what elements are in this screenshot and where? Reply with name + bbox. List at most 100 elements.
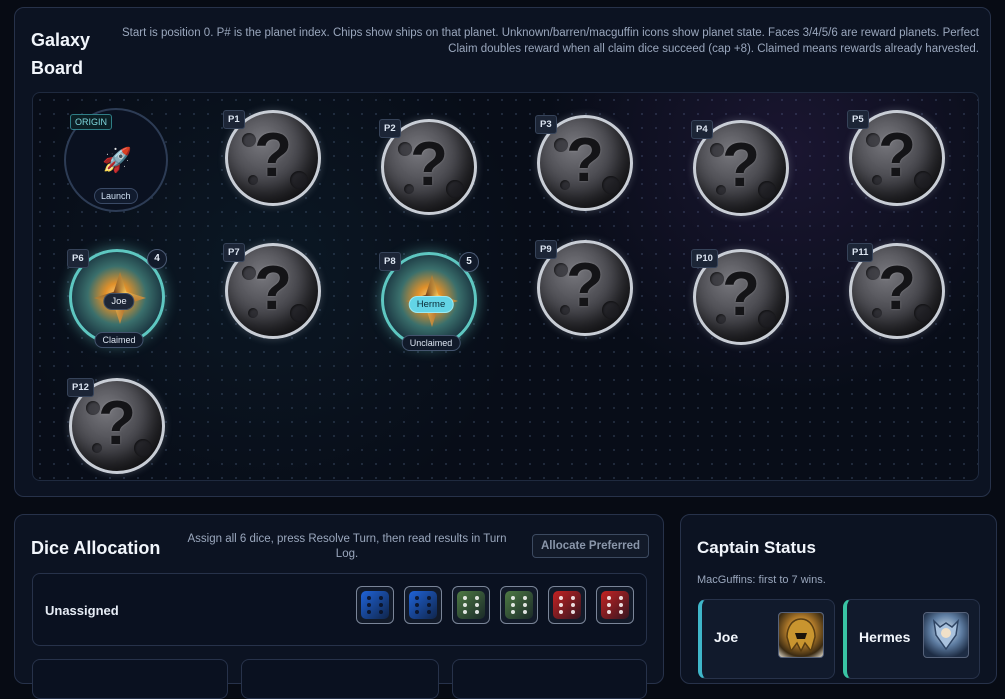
planet-cell-p2[interactable]: ? P2 <box>379 117 483 221</box>
die-pip <box>415 610 419 614</box>
captain-name: Joe <box>714 629 739 645</box>
question-mark-icon: ? <box>566 251 604 320</box>
die-pip <box>463 596 467 600</box>
question-mark-icon: ? <box>722 260 760 329</box>
die-pip <box>427 603 431 607</box>
die-pip <box>559 610 563 614</box>
die-face <box>361 591 389 619</box>
golden-helmet-avatar-icon <box>778 612 824 658</box>
die-face <box>457 591 485 619</box>
die-pip <box>571 603 575 607</box>
die-pip <box>559 596 563 600</box>
die-pip <box>559 603 563 607</box>
ship-chip-hermes[interactable]: Herme <box>408 296 454 313</box>
planet-cell-p12[interactable]: ? P12 <box>67 376 171 480</box>
planet-index-label: P9 <box>535 240 557 259</box>
die-pip <box>475 596 479 600</box>
planet-index-label: P11 <box>847 243 874 262</box>
galaxy-board-title: Galaxy Board <box>31 30 91 78</box>
allocate-preferred-button[interactable]: Allocate Preferred <box>532 534 650 558</box>
captain-status-panel: Captain Status MacGuffins: first to 7 wi… <box>680 514 997 684</box>
planet-index-label: P12 <box>67 378 94 397</box>
red-die[interactable] <box>548 586 586 624</box>
planet-cell-p4[interactable]: ? P4 <box>691 118 795 222</box>
die-pip <box>463 610 467 614</box>
origin-cell[interactable]: ORIGIN 🚀 Launch <box>64 108 168 212</box>
die-pip <box>607 603 611 607</box>
armor-icon <box>932 618 960 651</box>
die-pip <box>427 596 431 600</box>
launch-chip[interactable]: Launch <box>94 188 138 204</box>
ship-chip-joe[interactable]: Joe <box>103 293 135 310</box>
die-pip <box>619 596 623 600</box>
dice-allocation-title: Dice Allocation <box>31 538 161 558</box>
planet-cell-p10[interactable]: ? P10 <box>691 247 795 351</box>
blue-die[interactable] <box>356 586 394 624</box>
planet-cell-p9[interactable]: ? P9 <box>535 238 639 342</box>
die-pip <box>427 610 431 614</box>
blue-die[interactable] <box>404 586 442 624</box>
origin-tag: ORIGIN <box>70 114 113 130</box>
unassigned-label: Unassigned <box>45 603 119 618</box>
hermes-armored-avatar-icon <box>923 612 969 658</box>
die-pip <box>379 596 383 600</box>
die-pip <box>607 596 611 600</box>
planet-index-label: P5 <box>847 110 869 129</box>
red-die[interactable] <box>596 586 634 624</box>
die-pip <box>475 610 479 614</box>
planet-index-label: P8 <box>379 252 401 271</box>
planet-index-label: P4 <box>691 120 713 139</box>
die-pip <box>523 603 527 607</box>
helmet-icon <box>786 618 816 653</box>
die-pip <box>523 610 527 614</box>
die-pip <box>379 603 383 607</box>
unassigned-dice-row[interactable]: Unassigned <box>32 573 647 646</box>
reward-face-badge: 4 <box>147 249 167 269</box>
die-face <box>505 591 533 619</box>
dice-slot-box[interactable] <box>32 659 228 699</box>
die-pip <box>511 596 515 600</box>
dice-allocation-help-text: Assign all 6 dice, press Resolve Turn, t… <box>187 533 507 560</box>
planet-index-label: P7 <box>223 243 245 262</box>
captain-card-hermes[interactable]: Hermes <box>843 599 980 679</box>
planet-index-label: P6 <box>67 249 89 268</box>
reward-face-badge: 5 <box>459 252 479 272</box>
captain-status-subtitle: MacGuffins: first to 7 wins. <box>697 574 826 586</box>
planet-cell-p1[interactable]: ? P1 <box>223 108 327 212</box>
question-mark-icon: ? <box>254 254 292 323</box>
question-mark-icon: ? <box>878 121 916 190</box>
planet-cell-p3[interactable]: ? P3 <box>535 113 639 217</box>
question-mark-icon: ? <box>98 389 136 458</box>
captain-name: Hermes <box>859 629 911 645</box>
die-pip <box>607 610 611 614</box>
dice-slot-box[interactable] <box>241 659 439 699</box>
planet-cell-p6[interactable]: P6 4 Joe Claimed <box>67 247 171 351</box>
dice-allocation-panel: Dice Allocation Assign all 6 dice, press… <box>14 514 664 699</box>
die-pip <box>415 603 419 607</box>
question-mark-icon: ? <box>410 130 448 199</box>
die-pip <box>475 603 479 607</box>
die-pip <box>511 610 515 614</box>
question-mark-icon: ? <box>566 126 604 195</box>
planet-index-label: P2 <box>379 119 401 138</box>
die-face <box>601 591 629 619</box>
dice-slot-box[interactable] <box>452 659 647 699</box>
die-pip <box>619 610 623 614</box>
planet-index-label: P1 <box>223 110 245 129</box>
captain-card-joe[interactable]: Joe <box>698 599 835 679</box>
die-pip <box>379 610 383 614</box>
die-pip <box>415 596 419 600</box>
planet-cell-p8[interactable]: P8 5 Herme Unclaimed <box>379 250 483 354</box>
galaxy-board-grid: ORIGIN 🚀 Launch ? P1 ? P2 ? P3 ? P4 ? P5… <box>32 92 979 481</box>
planet-index-label: P10 <box>691 249 718 268</box>
die-pip <box>367 603 371 607</box>
planet-cell-p7[interactable]: ? P7 <box>223 241 327 345</box>
green-die[interactable] <box>452 586 490 624</box>
planet-cell-p11[interactable]: ? P11 <box>847 241 951 345</box>
die-pip <box>571 610 575 614</box>
planet-cell-p5[interactable]: ? P5 <box>847 108 951 212</box>
green-die[interactable] <box>500 586 538 624</box>
die-pip <box>511 603 515 607</box>
planet-index-label: P3 <box>535 115 557 134</box>
die-pip <box>523 596 527 600</box>
